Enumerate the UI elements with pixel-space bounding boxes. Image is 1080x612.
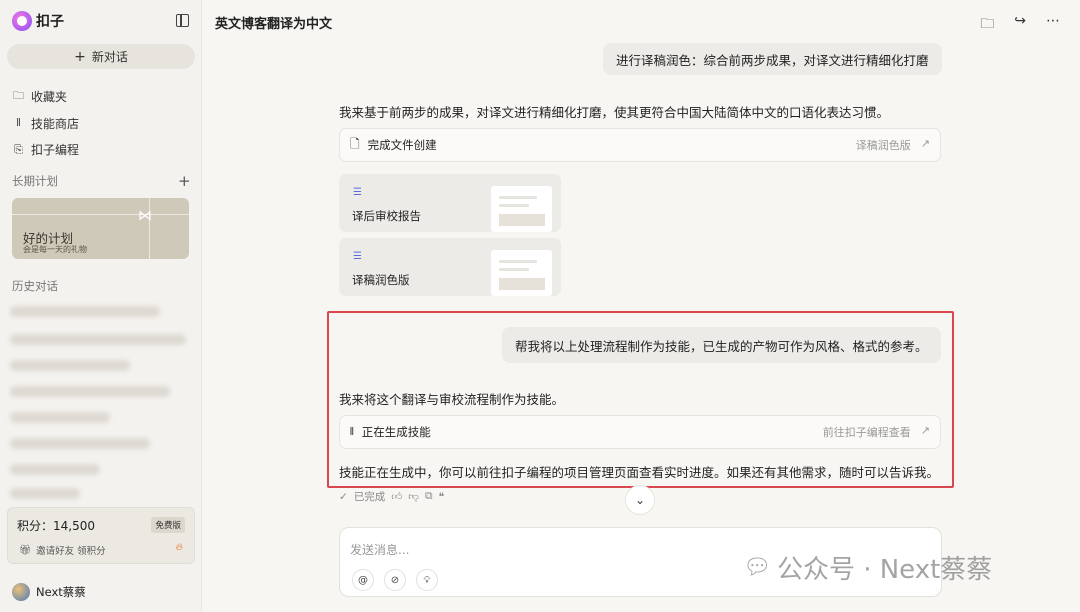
new-chat-label: 新对话 xyxy=(91,50,128,64)
user-message: 进行译稿润色：综合前两步成果，对译文进行精细化打磨 xyxy=(603,43,942,75)
user-name: Next蔡蔡 xyxy=(36,585,86,599)
sidebar-item-favorites[interactable]: 🗀 收藏夹 xyxy=(12,87,67,106)
watermark-text: 公众号 · Next蔡蔡 xyxy=(776,555,993,585)
skill-generating-row[interactable]: 𝍪 正在生成技能 前往扣子编程查看 ↗ xyxy=(339,415,941,449)
sidebar-item-coze-coding[interactable]: ⎘ 扣子编程 xyxy=(12,141,79,158)
copy-icon[interactable]: ⧉ xyxy=(425,490,433,503)
user-message-text: 进行译稿润色：综合前两步成果，对译文进行精细化打磨 xyxy=(616,52,929,68)
open-arrow-icon: ↗ xyxy=(920,424,930,437)
attachment-icon[interactable]: ⊘ xyxy=(384,569,406,591)
message-input[interactable]: 发送消息... xyxy=(350,541,409,558)
sidebar-item-label: 技能商店 xyxy=(31,117,80,131)
blurred-history-item xyxy=(10,464,100,475)
plan-card[interactable]: ⋈ 好的计划 会是每一天的礼物 xyxy=(12,198,189,259)
share-icon[interactable]: ↪ xyxy=(1014,13,1026,37)
status-text: 已完成 xyxy=(353,491,386,503)
blurred-history-item xyxy=(10,306,160,317)
thumbs-down-icon[interactable]: 👎︎ xyxy=(408,490,419,503)
folder-icon: 🗀 xyxy=(13,89,24,102)
library-icon: 𝍪 xyxy=(350,424,354,438)
user-profile[interactable]: Next蔡蔡 xyxy=(12,583,86,601)
brand[interactable]: 扣子 xyxy=(12,11,64,31)
skill-view-link[interactable]: 前往扣子编程查看 xyxy=(823,424,911,440)
user-message-text: 帮我将以上处理流程制作为技能，已生成的产物可作为风格、格式的参考。 xyxy=(515,338,928,354)
user-message: 帮我将以上处理流程制作为技能，已生成的产物可作为风格、格式的参考。 xyxy=(502,327,941,363)
doc-card-polished-draft[interactable]: ☰ 译稿润色版 xyxy=(339,238,561,296)
logo-icon xyxy=(12,11,32,31)
doc-thumbnail xyxy=(491,250,552,296)
file-created-row[interactable]: 🗋 完成文件创建 译稿润色版 ↗ xyxy=(339,128,941,162)
history-section-title: 历史对话 xyxy=(12,279,58,293)
doc-card-review-report[interactable]: ☰ 译后审校报告 xyxy=(339,174,561,232)
points-card[interactable]: 积分：14,500 免费版 🎁︎ 邀请好友 领积分 🔥︎ xyxy=(7,507,195,564)
assistant-message: 我来基于前两步的成果，对译文进行精细化打磨，使其更符合中国大陆简体中文的口语化表… xyxy=(339,105,890,120)
doc-lines-icon: ☰ xyxy=(353,251,362,262)
brand-name: 扣子 xyxy=(36,14,64,30)
points-label: 积分：14,500 xyxy=(17,519,95,533)
bow-icon: ⋈ xyxy=(138,208,152,224)
sidebar-item-skill-store[interactable]: 𝍪 技能商店 xyxy=(12,114,79,133)
blurred-history-item xyxy=(10,360,130,371)
fire-icon: 🔥︎ xyxy=(175,542,183,553)
more-icon[interactable]: ⋯ xyxy=(1046,13,1060,37)
skill-generating-label: 正在生成技能 xyxy=(361,425,431,439)
doc-lines-icon: ☰ xyxy=(353,187,362,198)
blurred-history-item xyxy=(10,438,150,449)
scroll-down-button[interactable]: ⌄ xyxy=(625,485,655,515)
add-plan-icon[interactable]: + xyxy=(178,172,191,190)
file-created-label: 完成文件创建 xyxy=(367,138,437,152)
chat-main: 英文博客翻译为中文 🗀 ↪ ⋯ 进行译稿润色：综合前两步成果，对译文进行精细化打… xyxy=(203,0,1080,612)
thumbs-up-icon[interactable]: 👍︎ xyxy=(391,490,402,503)
document-icon: 🗋 xyxy=(350,136,360,151)
blurred-history-item xyxy=(10,412,110,423)
assistant-message: 技能正在生成中，你可以前往扣子编程的项目管理页面查看实时进度。如果还有其他需求，… xyxy=(339,465,940,480)
blurred-history-item xyxy=(10,334,186,345)
blurred-history-item xyxy=(10,386,170,397)
history-list-blurred xyxy=(10,302,194,502)
composer-tools: @ ⊘ 💡︎ xyxy=(352,569,438,591)
ribbon-line xyxy=(12,214,189,215)
file-created-link[interactable]: 译稿润色版 xyxy=(856,137,911,153)
quote-icon[interactable]: ❝ xyxy=(438,491,444,503)
sidebar-item-label: 扣子编程 xyxy=(31,143,80,157)
code-file-icon: ⎘ xyxy=(14,142,23,156)
plan-badge: 免费版 xyxy=(151,517,185,533)
chevron-down-icon: ⌄ xyxy=(634,493,646,507)
folder-icon[interactable]: 🗀 xyxy=(980,13,994,37)
check-circle-icon: ✓ xyxy=(339,490,348,503)
lightbulb-icon[interactable]: 💡︎ xyxy=(416,569,438,591)
watermark: 💬︎ 公众号 · Next蔡蔡 xyxy=(743,549,992,586)
new-chat-button[interactable]: + 新对话 xyxy=(7,44,195,69)
assistant-message: 我来将这个翻译与审校流程制作为技能。 xyxy=(339,392,565,407)
wechat-icon: 💬︎ xyxy=(743,555,771,580)
message-actions: ✓ 已完成 👍︎ 👎︎ ⧉ ❝ xyxy=(339,489,444,504)
avatar xyxy=(12,583,30,601)
doc-card-label: 译稿润色版 xyxy=(352,273,410,287)
sidebar-item-label: 收藏夹 xyxy=(31,90,68,104)
at-mention-icon[interactable]: @ xyxy=(352,569,374,591)
gift-icon: 🎁︎ xyxy=(19,544,32,556)
doc-thumbnail xyxy=(491,186,552,232)
top-actions: 🗀 ↪ ⋯ xyxy=(980,13,1060,37)
doc-card-label: 译后审校报告 xyxy=(352,209,421,223)
invite-label: 邀请好友 领积分 xyxy=(36,546,106,557)
sidebar: 扣子 + 新对话 🗀 收藏夹 𝍪 技能商店 ⎘ 扣子编程 长期计划 + ⋈ 好的… xyxy=(0,0,202,612)
sidebar-toggle-icon[interactable] xyxy=(176,14,189,27)
blurred-history-item xyxy=(10,488,80,499)
open-arrow-icon: ↗ xyxy=(920,137,930,150)
plans-section-title: 长期计划 xyxy=(12,174,58,188)
invite-link[interactable]: 🎁︎ 邀请好友 领积分 xyxy=(19,543,106,558)
plus-icon: + xyxy=(74,48,86,65)
library-icon: 𝍪 xyxy=(16,116,21,129)
plan-card-subtitle: 会是每一天的礼物 xyxy=(23,245,87,254)
page-title: 英文博客翻译为中文 xyxy=(215,17,333,32)
